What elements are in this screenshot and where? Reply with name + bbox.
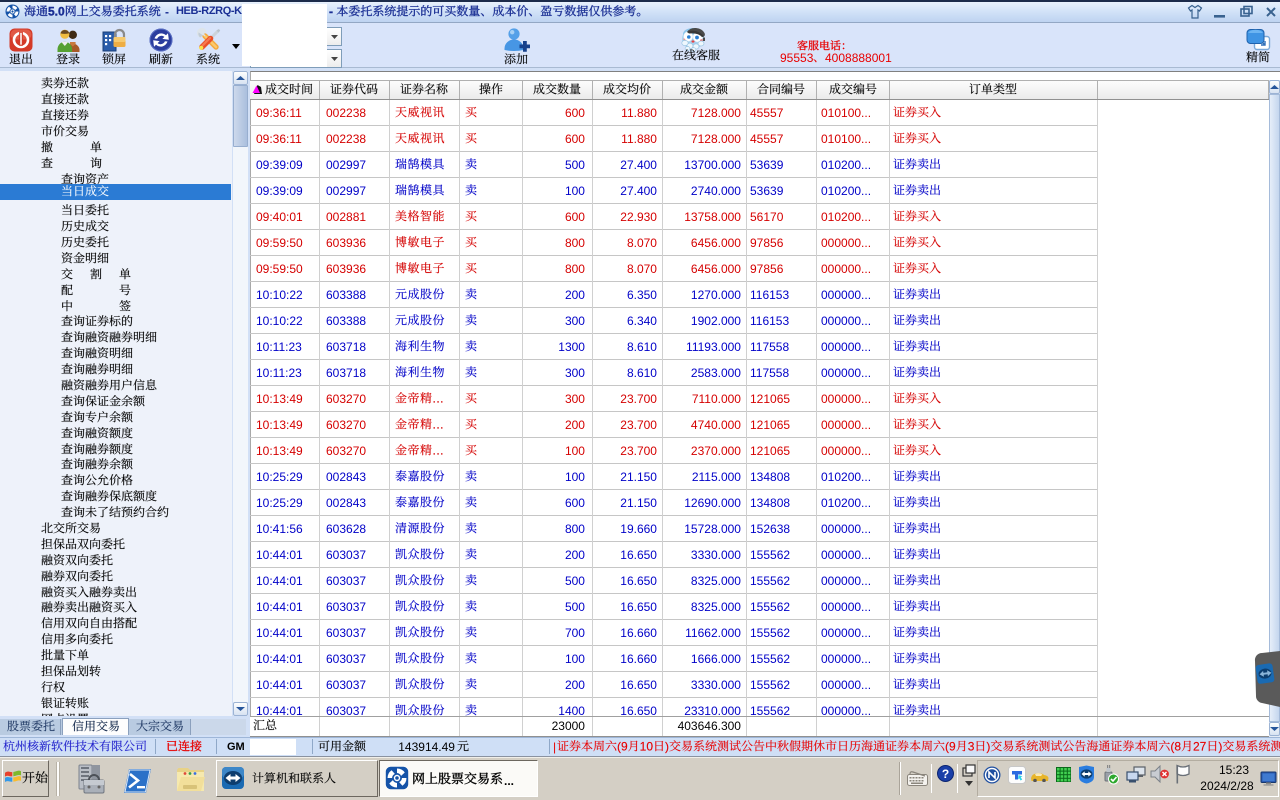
svg-text:27: 27 bbox=[1193, 740, 1207, 753]
svg-text:10: 10 bbox=[640, 740, 654, 753]
svg-text:): ) bbox=[665, 740, 669, 753]
svg-text:): ) bbox=[1218, 740, 1222, 753]
svg-text:5.0: 5.0 bbox=[48, 5, 65, 18]
svg-text:(9: (9 bbox=[617, 740, 628, 753]
svg-text:?: ? bbox=[942, 767, 949, 781]
svg-text:...: ... bbox=[432, 418, 444, 431]
svg-text:): ) bbox=[986, 740, 990, 753]
svg-text:...: ... bbox=[432, 444, 444, 457]
svg-text:3: 3 bbox=[968, 740, 975, 753]
svg-text:(9: (9 bbox=[945, 740, 956, 753]
svg-text:(8: (8 bbox=[1170, 740, 1181, 753]
svg-text:-: - bbox=[329, 5, 333, 18]
svg-text:...: ... bbox=[432, 392, 444, 405]
